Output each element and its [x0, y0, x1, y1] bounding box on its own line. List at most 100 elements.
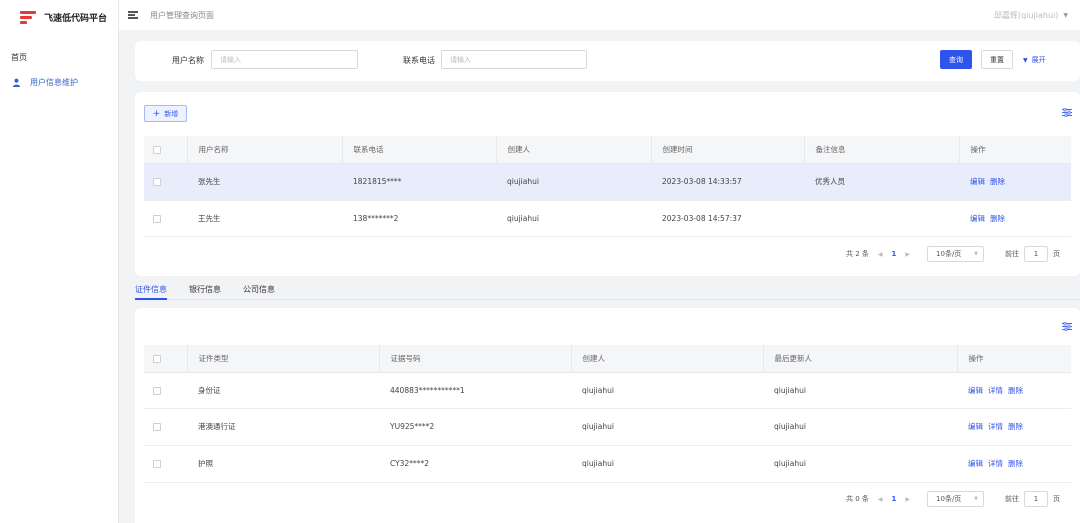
delete-link[interactable]: 删除 [990, 214, 1005, 223]
cell-updater: qiujiahui [763, 408, 957, 446]
table-row[interactable]: 港澳通行证 YU925****2 qiujiahui qiujiahui 编辑详… [144, 408, 1071, 446]
edit-link[interactable]: 编辑 [968, 386, 983, 395]
user-icon [12, 78, 21, 87]
tab-bank[interactable]: 银行信息 [189, 278, 221, 300]
cell-cert-number: 440883***********1 [379, 372, 571, 409]
search-panel: 用户名称 联系电话 查询 重置 ▼ 展开 [135, 41, 1080, 81]
user-menu[interactable]: 邱嘉辉(qiujiahui) ▼ [994, 10, 1068, 21]
row-select-cell [144, 408, 187, 446]
certs-panel: 证件类型 证据号码 创建人 最后更新人 操作 身份证 440883*******… [135, 308, 1080, 523]
caret-down-icon: ▼ [1023, 56, 1028, 64]
cell-cert-number: CY32****2 [379, 445, 571, 483]
row-checkbox[interactable] [153, 178, 161, 186]
users-pagination: 共 2 条 ◀ 1 ▶ 10条/页 ▼ 前往 1 页 [846, 246, 1060, 262]
column-settings-icon[interactable] [1062, 322, 1072, 331]
page-unit: 页 [1053, 495, 1061, 503]
row-checkbox[interactable] [153, 423, 161, 431]
column-header[interactable]: 联系电话 [342, 136, 497, 164]
phone-input[interactable] [441, 50, 587, 69]
row-select-cell [144, 445, 187, 483]
cell-actions: 编辑 详情 删除 [957, 372, 1071, 409]
table-header-row: 证件类型 证据号码 创建人 最后更新人 操作 [144, 345, 1071, 373]
name-input[interactable] [211, 50, 358, 69]
logo-icon [18, 9, 38, 25]
edit-link[interactable]: 编辑 [970, 177, 985, 186]
menu-fold-icon[interactable] [128, 11, 138, 19]
column-header[interactable]: 备注信息 [804, 136, 960, 164]
page-number[interactable]: 1 [892, 250, 897, 258]
column-header[interactable]: 证件类型 [187, 345, 380, 373]
top-header: 用户管理查询页面 邱嘉辉(qiujiahui) ▼ [119, 0, 1080, 30]
chevron-down-icon: ▼ [974, 496, 979, 502]
column-header[interactable]: 用户名称 [187, 136, 343, 164]
detail-link[interactable]: 详情 [988, 422, 1003, 431]
sidebar-item-user-info[interactable]: 用户信息维护 [0, 77, 118, 88]
cell-name: 张先生 [187, 163, 342, 201]
select-all-checkbox[interactable] [153, 145, 161, 154]
edit-link[interactable]: 编辑 [968, 459, 983, 468]
page-size-select[interactable]: 10条/页 ▼ [927, 246, 985, 262]
query-button[interactable]: 查询 [940, 50, 972, 69]
cell-creator: qiujiahui [496, 163, 651, 201]
column-header[interactable]: 创建人 [496, 136, 652, 164]
delete-link[interactable]: 删除 [1008, 459, 1023, 468]
cell-actions: 编辑 详情 删除 [957, 445, 1071, 483]
table-row[interactable]: 护照 CY32****2 qiujiahui qiujiahui 编辑 详情 删除 [144, 445, 1071, 483]
next-page-icon[interactable]: ▶ [905, 496, 910, 503]
chevron-down-icon: ▼ [1063, 12, 1068, 19]
detail-link[interactable]: 详情 [988, 386, 1003, 395]
breadcrumb: 用户管理查询页面 [150, 10, 214, 20]
page-unit: 页 [1053, 250, 1061, 258]
row-select-cell [144, 372, 187, 409]
cell-creator: qiujiahui [571, 372, 763, 409]
prev-page-icon[interactable]: ◀ [878, 496, 883, 503]
row-checkbox[interactable] [153, 386, 161, 395]
reset-button[interactable]: 重置 [981, 50, 1013, 69]
user-name: 邱嘉辉(qiujiahui) [994, 11, 1059, 20]
sidebar: 飞速低代码平台 首页 用户信息维护 [0, 0, 119, 523]
logo[interactable]: 飞速低代码平台 [0, 0, 118, 34]
goto-page-input[interactable]: 1 [1024, 491, 1049, 507]
next-page-icon[interactable]: ▶ [905, 251, 910, 258]
column-header[interactable]: 创建人 [571, 345, 764, 373]
detail-tabs: 证件信息 银行信息 公司信息 [135, 278, 1080, 300]
row-checkbox[interactable] [153, 460, 161, 468]
users-table: 用户名称 联系电话 创建人 创建时间 备注信息 操作 张先生 1821815**… [144, 136, 1071, 237]
page-size-select[interactable]: 10条/页 ▼ [927, 491, 985, 507]
tab-company[interactable]: 公司信息 [243, 278, 275, 300]
column-header[interactable]: 最后更新人 [763, 345, 958, 373]
cell-actions: 编辑 删除 [959, 200, 1071, 237]
select-all-checkbox[interactable] [153, 354, 161, 363]
row-checkbox[interactable] [153, 214, 161, 223]
tab-certificates[interactable]: 证件信息 [135, 278, 167, 300]
edit-link[interactable]: 编辑 [970, 214, 985, 223]
table-row[interactable]: 张先生 1821815**** qiujiahui 2023-03-08 14:… [144, 163, 1071, 201]
table-row[interactable]: 身份证 440883***********1 qiujiahui qiujiah… [144, 372, 1071, 409]
delete-link[interactable]: 删除 [990, 177, 1005, 186]
app-title: 飞速低代码平台 [44, 13, 108, 24]
nav-group-home[interactable]: 首页 [0, 52, 118, 63]
table-row[interactable]: 王先生 138*******2 qiujiahui 2023-03-08 14:… [144, 200, 1071, 237]
cell-created: 2023-03-08 14:57:37 [651, 200, 804, 237]
certs-table: 证件类型 证据号码 创建人 最后更新人 操作 身份证 440883*******… [144, 345, 1071, 483]
cell-actions: 编辑 删除 [959, 163, 1071, 201]
chevron-down-icon: ▼ [974, 251, 979, 257]
delete-link[interactable]: 删除 [1008, 386, 1023, 395]
add-label: 新增 [164, 109, 179, 118]
detail-link[interactable]: 详情 [988, 459, 1003, 468]
phone-label: 联系电话 [403, 56, 435, 65]
edit-link[interactable]: 编辑 [968, 422, 983, 431]
expand-toggle[interactable]: ▼ 展开 [1023, 55, 1046, 65]
cell-cert-type: 港澳通行证 [187, 408, 379, 446]
page-number[interactable]: 1 [892, 495, 897, 503]
column-header[interactable]: 创建时间 [651, 136, 805, 164]
goto-page-input[interactable]: 1 [1024, 246, 1049, 262]
prev-page-icon[interactable]: ◀ [878, 251, 883, 258]
sidebar-item-label: 用户信息维护 [30, 78, 78, 87]
column-settings-icon[interactable] [1062, 108, 1072, 117]
column-header[interactable]: 证据号码 [379, 345, 572, 373]
column-header: 操作 [957, 345, 1071, 373]
delete-link[interactable]: 删除 [1008, 422, 1023, 431]
add-user-button[interactable]: + 新增 [144, 105, 187, 122]
select-all-cell [144, 345, 188, 373]
